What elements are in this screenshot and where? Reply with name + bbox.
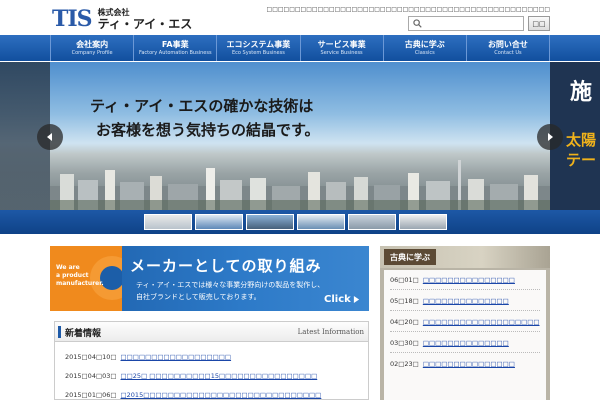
slide-thumbnail[interactable]: [348, 214, 396, 230]
classics-list: 06□01□ □□□□□□□□□□□□□□□ 05□18□ □□□□□□□□□□…: [384, 270, 546, 400]
gear-panel: We are a product manufacturer.: [50, 246, 122, 311]
nav-item-eco[interactable]: エコシステム事業 Eco System Business: [216, 35, 299, 61]
news-link[interactable]: □□□□□□□□□□□□□□□□□□: [121, 353, 232, 361]
site-header: TIS 株式会社 ティ・アイ・エス □□□□□□□□□□□□□□□□□□□□□□…: [0, 0, 600, 34]
manufacturer-banner[interactable]: We are a product manufacturer. メーカーとしての取…: [50, 246, 369, 311]
news-title: 新着情報: [65, 329, 102, 339]
slider-prev-button[interactable]: [37, 124, 63, 150]
nav-item-contact[interactable]: お問い合せ Contact Us: [465, 35, 551, 61]
classics-date: 05□18□: [390, 297, 419, 305]
divider: [390, 352, 540, 353]
banner-click-link[interactable]: Click: [324, 294, 360, 305]
nav-label: 古典に学ぶ: [404, 39, 445, 49]
banner-title: メーカーとしての取り組み: [130, 257, 322, 275]
arrow-right-icon: [353, 296, 359, 303]
hero-caption-line2: お客様を想う気持ちの結晶です。: [96, 121, 320, 139]
nav-label: サービス事業: [317, 39, 366, 49]
news-date: 2015□04□10□: [65, 353, 117, 361]
divider: [390, 289, 540, 290]
next-slide-subtitle: 太陽 テー: [566, 131, 597, 169]
next-slide-title: 施: [570, 79, 593, 105]
latest-news-panel: 新着情報 Latest Information 2015□04□10□ □□□□…: [54, 321, 369, 400]
chevron-left-icon: [47, 133, 52, 141]
slide-thumbnail[interactable]: [246, 214, 294, 230]
search-input[interactable]: [425, 20, 521, 27]
classics-date: 02□23□: [390, 360, 419, 368]
hero-caption-line1: ティ・アイ・エスの確かな技術は: [90, 97, 314, 115]
hero-slider: ティ・アイ・エスの確かな技術は お客様を想う気持ちの結晶です。 施 太陽 テー: [0, 62, 600, 210]
slide-thumbnail[interactable]: [399, 214, 447, 230]
slider-next-button[interactable]: [537, 124, 563, 150]
chevron-right-icon: [548, 133, 553, 141]
nav-sublabel: Factory Automation Business: [138, 49, 212, 56]
search-button[interactable]: □□: [528, 16, 550, 31]
slider-thumbnails: [0, 210, 600, 234]
hero-caption: ティ・アイ・エスの確かな技術は お客様を想う気持ちの結晶です。: [90, 94, 320, 142]
news-item: 2015□04□10□ □□□□□□□□□□□□□□□□□□: [65, 353, 231, 361]
classics-panel: 古典に学ぶ 06□01□ □□□□□□□□□□□□□□□ 05□18□ □□□□…: [380, 246, 550, 400]
header-tagline: □□□□□□□□□□□□□□□□□□□□□□□□□□□□□□□□□□□□□□□□…: [266, 6, 550, 13]
nav-label: 会社案内: [76, 39, 109, 49]
divider: [390, 331, 540, 332]
logo-mark: TIS: [52, 6, 93, 32]
classics-link[interactable]: □□□□□□□□□□□□□□: [423, 339, 509, 347]
nav-item-classics[interactable]: 古典に学ぶ Classics: [382, 35, 466, 61]
classics-link[interactable]: □□□□□□□□□□□□□□: [423, 297, 509, 305]
slide-thumbnail[interactable]: [297, 214, 345, 230]
banner-description: ティ・アイ・エスでは様々な事業分野向けの製品を製作し、 自社ブランドとして販売し…: [136, 281, 325, 301]
classics-item: 05□18□ □□□□□□□□□□□□□□: [390, 297, 509, 305]
classics-date: 04□20□: [390, 318, 419, 326]
global-nav: 会社案内 Company Profile FA事業 Factory Automati…: [0, 35, 600, 61]
news-title-en: Latest Information: [297, 328, 364, 336]
search-icon: [413, 19, 422, 28]
city-skyline-image: [50, 160, 550, 210]
nav-label: お問い合せ: [487, 39, 528, 49]
nav-sublabel: Company Profile: [71, 49, 113, 56]
news-link[interactable]: □□25□ □□□□□□□□□□15□□□□□□□□□□□□□□□□: [121, 372, 318, 380]
nav-label: FA事業: [161, 39, 189, 49]
news-header: 新着情報 Latest Information: [55, 322, 368, 342]
company-logo[interactable]: TIS 株式会社 ティ・アイ・エス: [52, 7, 192, 31]
nav-sublabel: Classics: [414, 49, 435, 56]
classics-item: 03□30□ □□□□□□□□□□□□□□: [390, 339, 509, 347]
slide-thumbnail[interactable]: [144, 214, 192, 230]
company-name: ティ・アイ・エス: [97, 17, 193, 31]
nav-sublabel: Eco System Business: [232, 49, 285, 56]
nav-sublabel: Contact Us: [494, 49, 522, 56]
search-box[interactable]: [408, 16, 524, 31]
news-link[interactable]: □2015□□□□□□□□□□□□□□□□□□□□□□□□□□□□□: [121, 391, 322, 399]
classics-date: 06□01□: [390, 276, 419, 284]
classics-link[interactable]: □□□□□□□□□□□□□□□□□□□: [423, 318, 540, 326]
classics-link[interactable]: □□□□□□□□□□□□□□□: [423, 276, 515, 284]
classics-title[interactable]: 古典に学ぶ: [384, 249, 436, 265]
news-item: 2015□04□03□ □□25□ □□□□□□□□□□15□□□□□□□□□□…: [65, 372, 317, 380]
classics-date: 03□30□: [390, 339, 419, 347]
classics-item: 04□20□ □□□□□□□□□□□□□□□□□□□: [390, 318, 540, 326]
divider: [390, 310, 540, 311]
news-date: 2015□04□03□: [65, 372, 117, 380]
classics-link[interactable]: □□□□□□□□□□□□□□□: [423, 360, 515, 368]
news-date: 2015□01□06□: [65, 391, 117, 399]
slide-thumbnail[interactable]: [195, 214, 243, 230]
classics-item: 06□01□ □□□□□□□□□□□□□□□: [390, 276, 515, 284]
nav-label: エコシステム事業: [226, 39, 291, 49]
nav-item-service[interactable]: サービス事業 Service Business: [299, 35, 383, 61]
nav-sublabel: Service Business: [320, 49, 363, 56]
nav-item-fa[interactable]: FA事業 Factory Automation Business: [133, 35, 216, 61]
news-item: 2015□01□06□ □2015□□□□□□□□□□□□□□□□□□□□□□□…: [65, 391, 321, 399]
nav-item-company[interactable]: 会社案内 Company Profile: [50, 35, 133, 61]
classics-item: 02□23□ □□□□□□□□□□□□□□□: [390, 360, 515, 368]
